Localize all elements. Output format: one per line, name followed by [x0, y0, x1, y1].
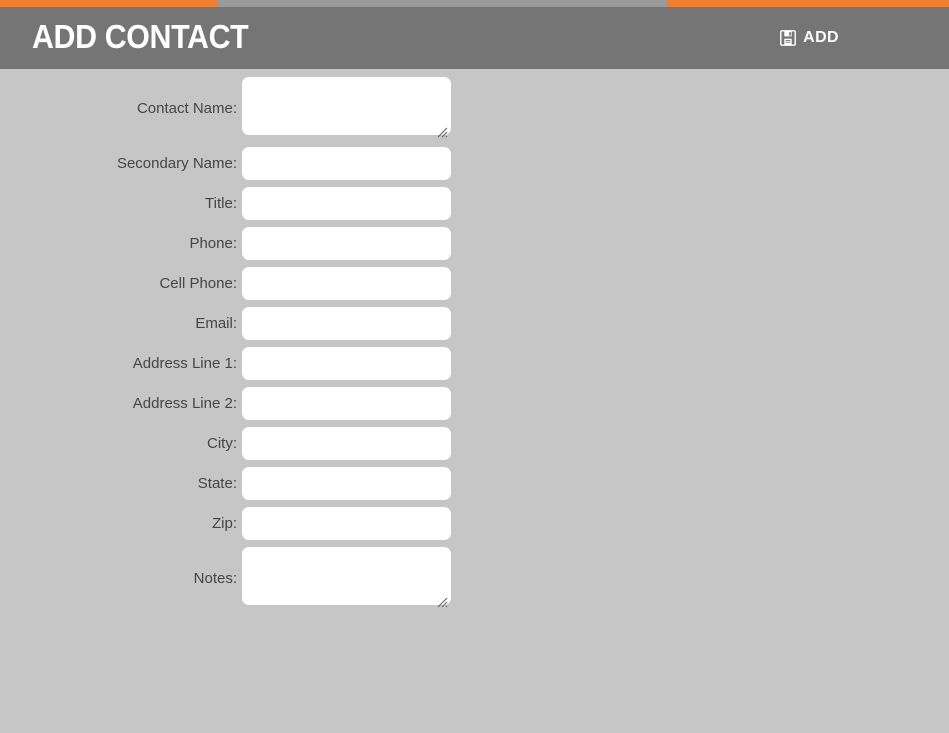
field-wrapper-contact-name	[242, 77, 451, 140]
form-row-notes: Notes:	[0, 547, 949, 610]
form-row-address-line-2: Address Line 2:	[0, 387, 949, 420]
field-wrapper-zip	[242, 507, 451, 540]
field-wrapper-secondary-name	[242, 147, 451, 180]
field-wrapper-address-line-1	[242, 347, 451, 380]
field-label-phone: Phone:	[189, 234, 237, 252]
form-row-city: City:	[0, 427, 949, 460]
field-wrapper-title	[242, 187, 451, 220]
form-row-title: Title:	[0, 187, 949, 220]
field-input-contact-name[interactable]	[242, 77, 451, 135]
field-label-zip: Zip:	[211, 514, 237, 532]
field-wrapper-email	[242, 307, 451, 340]
field-input-secondary-name[interactable]	[242, 147, 451, 180]
field-wrapper-notes	[242, 547, 451, 610]
accent-segment-left	[0, 0, 218, 7]
field-input-state[interactable]	[242, 467, 451, 500]
field-input-cell-phone[interactable]	[242, 267, 451, 300]
field-wrapper-address-line-2	[242, 387, 451, 420]
field-wrapper-state	[242, 467, 451, 500]
field-wrapper-city	[242, 427, 451, 460]
page-header: ADD CONTACT ADD	[0, 7, 949, 69]
add-button[interactable]: ADD	[780, 30, 839, 46]
form-row-zip: Zip:	[0, 507, 949, 540]
field-input-address-line-2[interactable]	[242, 387, 451, 420]
add-contact-form: Contact Name: Secondary Name: Title: Phone:…	[0, 69, 949, 725]
field-input-notes[interactable]	[242, 547, 451, 605]
field-wrapper-cell-phone	[242, 267, 451, 300]
form-row-secondary-name: Secondary Name:	[0, 147, 949, 180]
top-accent-strip	[0, 0, 949, 7]
page-title: ADD CONTACT	[32, 18, 249, 55]
field-input-title[interactable]	[242, 187, 451, 220]
field-label-contact-name: Contact Name:	[136, 99, 237, 117]
accent-segment-right	[667, 0, 949, 7]
field-input-city[interactable]	[242, 427, 451, 460]
field-label-cell-phone: Cell Phone:	[159, 274, 237, 292]
field-input-phone[interactable]	[242, 227, 451, 260]
field-label-city: City:	[207, 434, 237, 452]
save-floppy-icon	[780, 30, 797, 46]
form-row-cell-phone: Cell Phone:	[0, 267, 949, 300]
field-input-email[interactable]	[242, 307, 451, 340]
field-input-zip[interactable]	[242, 507, 451, 540]
field-input-address-line-1[interactable]	[242, 347, 451, 380]
field-label-address-line-1: Address Line 1:	[132, 354, 237, 372]
field-label-email: Email:	[195, 314, 237, 332]
add-button-label: ADD	[803, 29, 839, 46]
form-row-contact-name: Contact Name:	[0, 77, 949, 140]
form-row-address-line-1: Address Line 1:	[0, 347, 949, 380]
form-row-email: Email:	[0, 307, 949, 340]
field-label-title: Title:	[205, 194, 237, 212]
field-wrapper-phone	[242, 227, 451, 260]
field-label-state: State:	[197, 474, 237, 492]
field-label-notes: Notes:	[193, 569, 237, 587]
form-row-phone: Phone:	[0, 227, 949, 260]
form-row-state: State:	[0, 467, 949, 500]
accent-segment-middle	[218, 0, 667, 7]
field-label-address-line-2: Address Line 2:	[132, 394, 237, 412]
field-label-secondary-name: Secondary Name:	[116, 154, 237, 172]
